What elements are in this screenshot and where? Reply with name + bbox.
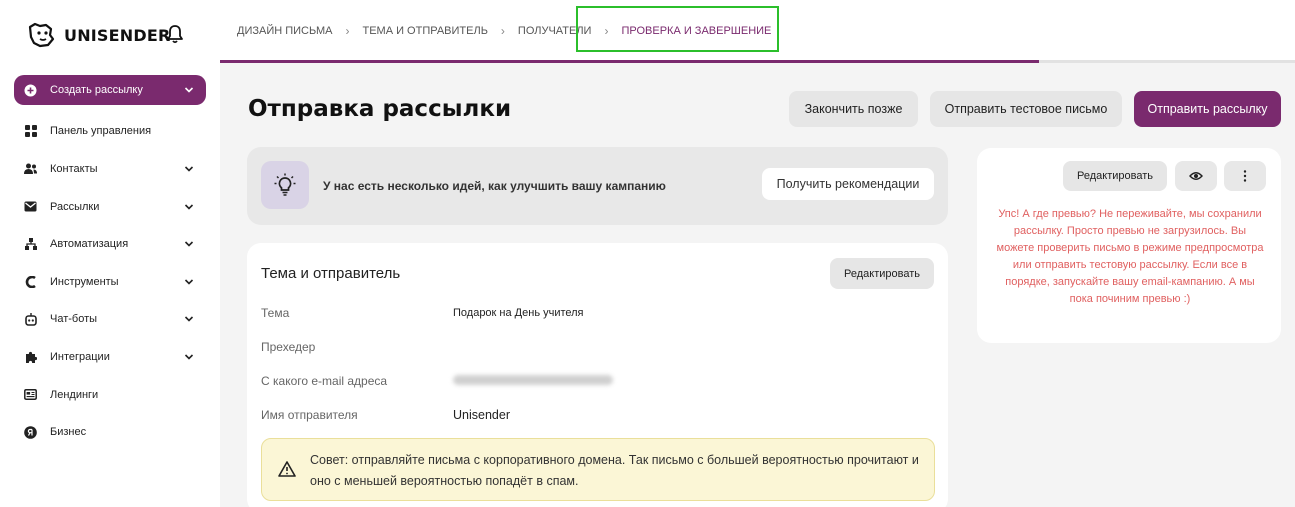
chevron-down-icon <box>184 87 194 93</box>
main-area: Дизайн письма › Тема и отправитель › Получ… <box>220 0 1295 507</box>
bot-icon <box>24 312 37 326</box>
plus-circle-icon <box>24 84 37 97</box>
chevron-down-icon <box>184 316 194 322</box>
get-recommendations-button[interactable]: Получить рекомендации <box>762 168 934 200</box>
sidebar-item-chatbots[interactable]: Чат-боты <box>14 301 206 339</box>
corporate-domain-tip: Совет: отправляйте письма с корпоративно… <box>261 438 935 501</box>
content-area: Отправка рассылки Закончить позже Отправ… <box>220 63 1295 507</box>
send-campaign-button[interactable]: Отправить рассылку <box>1134 91 1281 127</box>
field-label-from-email: С какого e-mail адреса <box>261 374 388 388</box>
tools-icon <box>24 275 37 288</box>
tip-text: Совет: отправляйте письма с корпоративно… <box>310 453 919 488</box>
sidebar-item-campaigns[interactable]: Рассылки <box>14 188 206 226</box>
field-value-sender-name: Unisender <box>453 408 510 422</box>
sidebar-item-label: Автоматизация <box>50 238 129 251</box>
dog-logo-icon <box>28 22 55 48</box>
sidebar-item-label: Создать рассылку <box>50 84 143 96</box>
bell-icon[interactable] <box>166 24 184 44</box>
ideas-banner: У нас есть несколько идей, как улучшить … <box>247 147 948 225</box>
edit-preview-button[interactable]: Редактировать <box>1063 161 1167 191</box>
send-test-button[interactable]: Отправить тестовое письмо <box>930 91 1122 127</box>
step-subject-sender[interactable]: › Тема и отправитель <box>332 24 487 38</box>
mail-icon <box>24 200 37 213</box>
puzzle-icon <box>24 350 37 363</box>
current-step-highlight <box>576 6 779 52</box>
sidebar-item-label: Чат-боты <box>50 313 98 326</box>
lightbulb-icon <box>261 161 309 209</box>
chevron-down-icon <box>184 354 194 360</box>
sidebar-item-label: Бизнес <box>50 426 87 439</box>
edit-sender-button[interactable]: Редактировать <box>830 258 934 289</box>
step-label: Дизайн письма <box>237 25 333 37</box>
card-title: Тема и отправитель <box>261 265 401 282</box>
chevron-right-icon: › <box>345 24 350 38</box>
sidebar-item-create-campaign[interactable]: Создать рассылку <box>14 75 206 105</box>
step-label: Тема и отправитель <box>362 25 488 37</box>
more-vertical-icon[interactable] <box>1224 161 1266 191</box>
warning-icon <box>278 461 296 477</box>
sidebar-nav: Создать рассылку Панель управления Конта… <box>14 75 206 451</box>
subject-sender-card: Тема и отправитель Редактировать Тема По… <box>247 243 948 507</box>
landing-icon <box>24 388 37 401</box>
chevron-down-icon <box>184 204 194 210</box>
brand-name: UNISENDER <box>64 25 171 45</box>
flow-icon <box>24 238 37 251</box>
field-label-subject: Тема <box>261 306 290 320</box>
page-title: Отправка рассылки <box>248 96 512 122</box>
sidebar-item-label: Лендинги <box>50 388 99 401</box>
step-design[interactable]: Дизайн письма <box>237 25 332 37</box>
grid-icon <box>24 125 37 138</box>
finish-later-button[interactable]: Закончить позже <box>789 91 918 127</box>
field-label-preheader: Прехедер <box>261 340 316 354</box>
ideas-text: У нас есть несколько идей, как улучшить … <box>323 179 666 193</box>
preview-error-message: Упс! А где превью? Не переживайте, мы со… <box>996 208 1264 305</box>
sidebar-item-label: Контакты <box>50 162 98 175</box>
sidebar-item-automation[interactable]: Автоматизация <box>14 225 206 263</box>
eye-icon[interactable] <box>1175 161 1217 191</box>
chevron-right-icon: › <box>500 24 505 38</box>
sidebar-item-label: Интеграции <box>50 350 110 363</box>
sidebar-item-landings[interactable]: Лендинги <box>14 376 206 414</box>
chevron-down-icon <box>184 279 194 285</box>
sidebar-item-business[interactable]: Бизнес <box>14 413 206 451</box>
field-value-subject: Подарок на День учителя <box>453 307 584 319</box>
chevron-down-icon <box>184 241 194 247</box>
sidebar-item-label: Инструменты <box>50 275 119 288</box>
sidebar-item-label: Панель управления <box>50 125 152 138</box>
brand-logo[interactable]: UNISENDER <box>26 20 206 50</box>
users-icon <box>24 162 37 175</box>
sidebar-item-contacts[interactable]: Контакты <box>14 150 206 188</box>
from-email-blurred <box>453 375 613 385</box>
chevron-down-icon <box>184 166 194 172</box>
business-icon <box>24 425 37 439</box>
sidebar: UNISENDER Создать рассылку Панель управл… <box>0 0 220 507</box>
field-label-sender-name: Имя отправителя <box>261 408 358 422</box>
sidebar-item-tools[interactable]: Инструменты <box>14 263 206 301</box>
sidebar-item-label: Рассылки <box>50 200 100 213</box>
sidebar-item-dashboard[interactable]: Панель управления <box>14 113 206 151</box>
sidebar-item-integrations[interactable]: Интеграции <box>14 338 206 376</box>
preview-card: Редактировать Упс! А где превью? Не пере… <box>977 148 1281 343</box>
